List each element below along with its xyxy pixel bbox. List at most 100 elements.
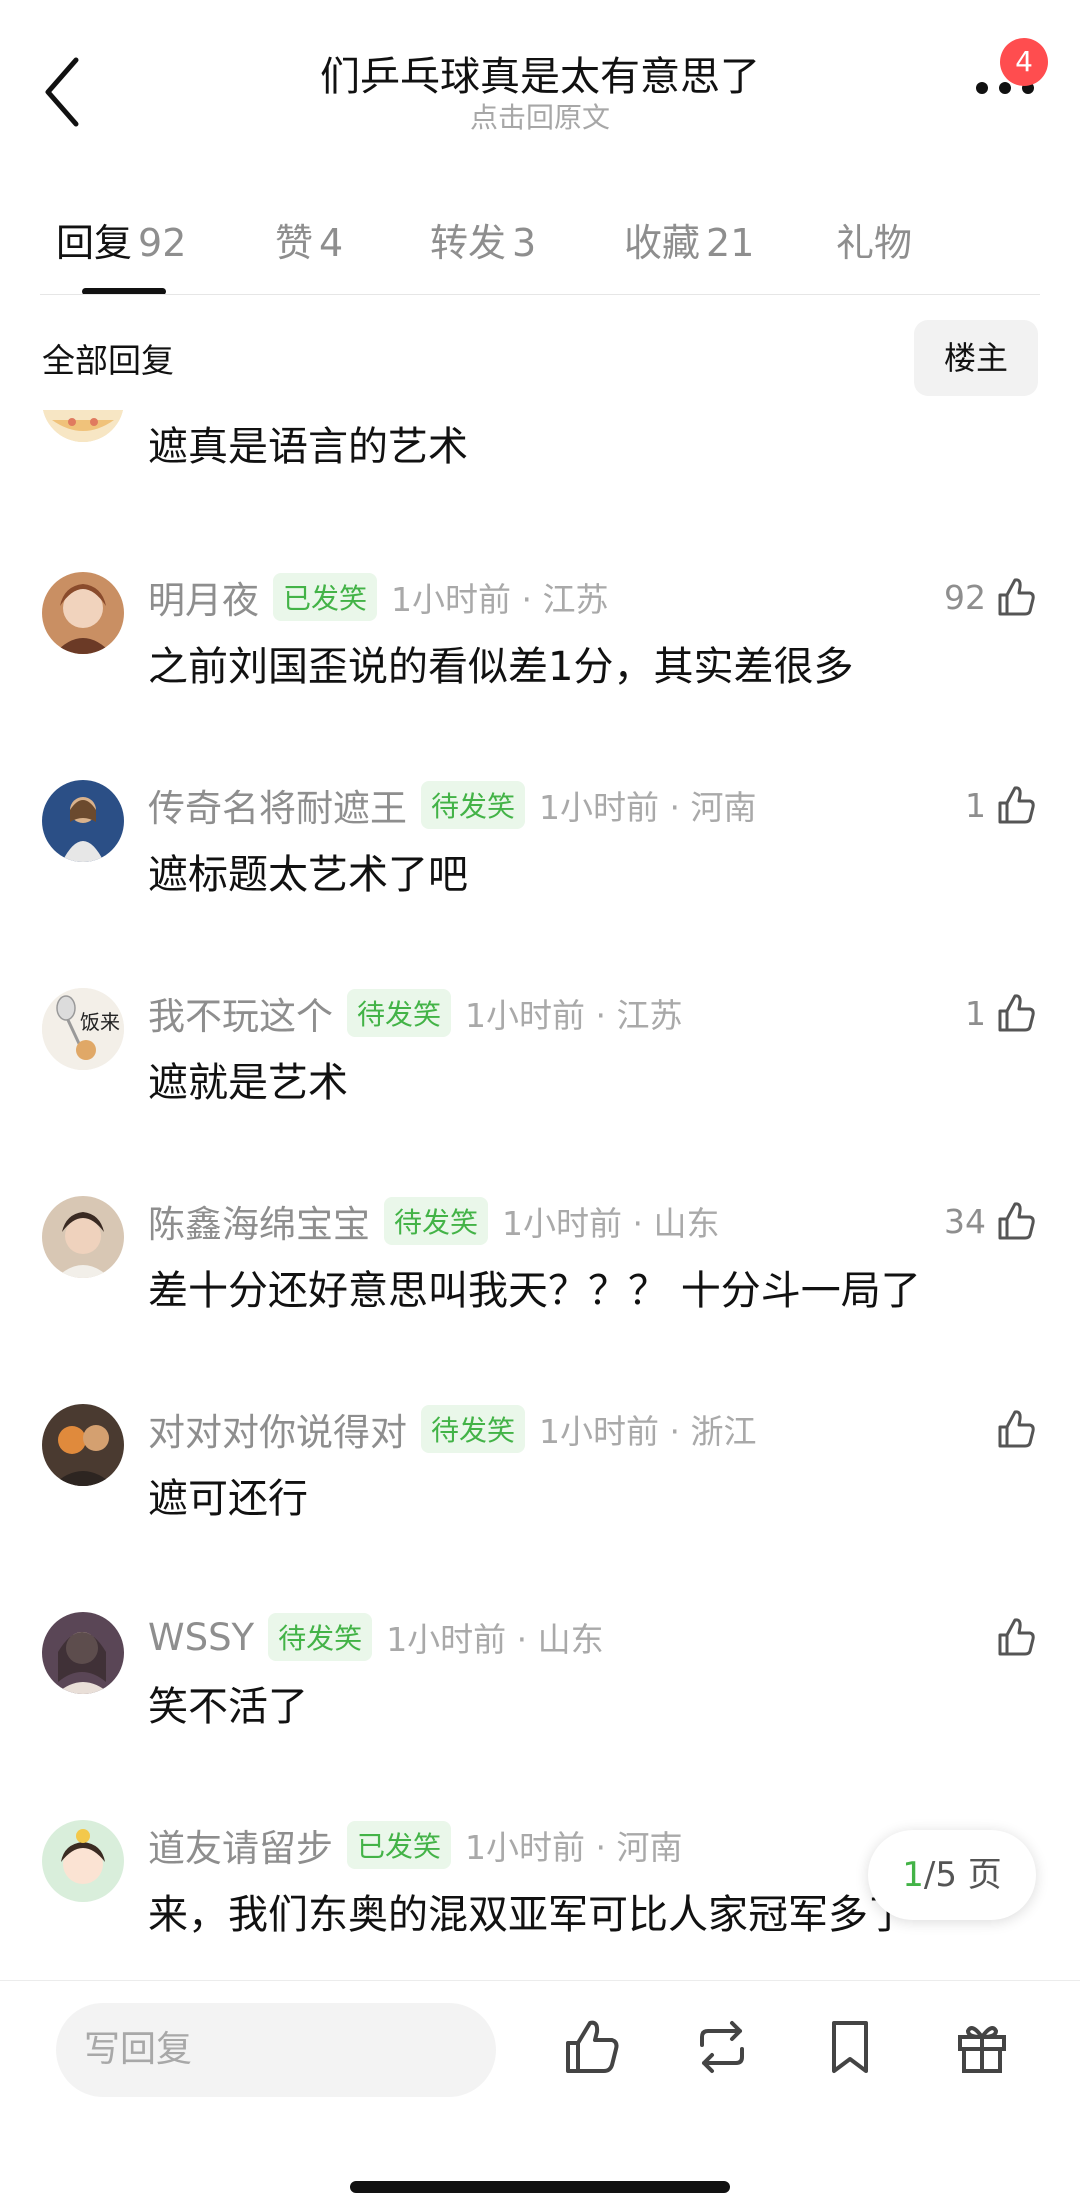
avatar[interactable] — [42, 1612, 124, 1694]
home-indicator — [350, 2181, 730, 2193]
user-photo-icon — [42, 572, 124, 654]
comment-text: 来，我们东奥的混双亚军可比人家冠军多了 — [148, 1892, 908, 1938]
like-button[interactable] — [994, 1404, 1038, 1454]
comment-text: 遮可还行 — [148, 1476, 308, 1522]
timestamp: 1小时前 · 浙江 — [539, 1412, 757, 1451]
section-title: 全部回复 — [42, 341, 174, 380]
tab-label: 赞 — [275, 221, 314, 265]
top-bar: 们乒乓球真是太有意思了 点击回原文 4 — [0, 0, 1080, 160]
like-button[interactable] — [994, 1612, 1038, 1662]
comment-text: 之前刘国歪说的看似差1分，其实差很多 — [148, 644, 854, 690]
cartoon-avatar-icon — [42, 1820, 124, 1902]
comment-text: 遮真是语言的艺术 — [148, 424, 468, 470]
comment-meta: 传奇名将耐遮王 待发笑 1小时前 · 河南 — [148, 780, 756, 830]
user-photo-icon — [42, 1404, 124, 1486]
thumbs-up-icon — [998, 994, 1035, 1032]
status-badge: 待发笑 — [347, 989, 452, 1037]
comment-meta: 对对对你说得对 待发笑 1小时前 · 浙江 — [148, 1404, 756, 1454]
tab-count: 4 — [319, 221, 344, 265]
like-count: 92 — [944, 577, 986, 617]
like-count: 1 — [965, 785, 986, 825]
tab-count: 21 — [706, 221, 755, 265]
like-button[interactable]: 34 — [944, 1196, 1038, 1246]
tab-replies[interactable]: 回复 92 — [56, 212, 186, 267]
thumbs-up-icon — [998, 1202, 1035, 1240]
avatar[interactable] — [42, 1820, 124, 1902]
comment-meta: 陈鑫海绵宝宝 待发笑 1小时前 · 山东 — [148, 1196, 719, 1246]
timestamp: 1小时前 · 山东 — [502, 1204, 720, 1243]
page-indicator[interactable]: 1/5 页 — [868, 1830, 1036, 1920]
tab-gifts[interactable]: 礼物 — [836, 212, 912, 267]
status-badge: 待发笑 — [421, 1405, 526, 1453]
user-photo-icon — [42, 1612, 124, 1694]
timestamp: 1小时前 · 山东 — [386, 1620, 604, 1659]
status-badge: 已发笑 — [273, 573, 378, 621]
notification-badge: 4 — [1000, 38, 1048, 86]
thumbs-up-icon — [998, 786, 1035, 824]
status-badge: 待发笑 — [421, 781, 526, 829]
like-button[interactable]: 1 — [965, 780, 1038, 830]
avatar[interactable] — [42, 1196, 124, 1278]
tab-label: 收藏 — [624, 221, 701, 265]
comment-list[interactable]: 遮真是语言的艺术 明月夜 已发笑 1小时前 · 江苏 92 之前刘国歪说的看似差… — [0, 410, 1080, 1980]
username[interactable]: 道友请留步 — [148, 1818, 333, 1872]
thumbs-up-icon — [998, 578, 1035, 616]
back-to-original-link[interactable]: 点击回原文 — [0, 96, 1080, 136]
comment-meta: 道友请留步 已发笑 1小时前 · 河南 — [148, 1820, 682, 1870]
tab-likes[interactable]: 赞4 — [275, 212, 343, 267]
timestamp: 1小时前 · 江苏 — [465, 996, 683, 1035]
tab-bar: 回复 92 赞4 转发 3 收藏 21 礼物 — [0, 200, 1080, 296]
like-count: 34 — [944, 1201, 986, 1241]
comment-text: 差十分还好意思叫我天？？？ 十分斗一局了 — [148, 1268, 921, 1314]
comment-text: 遮就是艺术 — [148, 1060, 348, 1106]
like-button[interactable]: 92 — [944, 572, 1038, 622]
owner-filter-button[interactable]: 楼主 — [914, 320, 1038, 396]
username[interactable]: 传奇名将耐遮王 — [148, 778, 407, 832]
tab-label: 转发 — [430, 221, 507, 265]
like-icon[interactable] — [560, 2015, 624, 2079]
cartoon-avatar-icon — [43, 410, 123, 442]
tab-label: 礼物 — [836, 221, 913, 265]
comment-meta: 明月夜 已发笑 1小时前 · 江苏 — [148, 572, 608, 622]
timestamp: 1小时前 · 河南 — [539, 788, 757, 827]
status-badge: 待发笑 — [384, 1197, 489, 1245]
avatar-caption: 饭来 — [80, 1010, 120, 1034]
comment-text: 笑不活了 — [148, 1684, 308, 1730]
comment-text: 遮标题太艺术了吧 — [148, 852, 468, 898]
tab-favorites[interactable]: 收藏 21 — [624, 212, 754, 267]
username[interactable]: 陈鑫海绵宝宝 — [148, 1194, 370, 1248]
tab-reposts[interactable]: 转发 3 — [430, 212, 536, 267]
thumbs-up-icon — [998, 1618, 1035, 1656]
avatar[interactable]: 饭来 — [42, 988, 124, 1070]
gift-icon[interactable] — [950, 2015, 1014, 2079]
username[interactable]: 我不玩这个 — [148, 986, 333, 1040]
tab-label: 回复 — [56, 221, 133, 265]
like-count: 1 — [965, 993, 986, 1033]
status-badge: 已发笑 — [347, 1821, 452, 1869]
section-header: 全部回复 楼主 — [0, 320, 1080, 400]
user-photo-icon — [42, 780, 124, 862]
avatar[interactable] — [42, 572, 124, 654]
repost-icon[interactable] — [690, 2015, 754, 2079]
tab-count: 3 — [512, 221, 537, 265]
bottom-action-bar: 写回复 — [0, 1980, 1080, 2210]
username[interactable]: WSSY — [148, 1616, 254, 1659]
timestamp: 1小时前 · 河南 — [465, 1828, 683, 1867]
reply-input[interactable]: 写回复 — [56, 2003, 496, 2097]
avatar[interactable] — [42, 1404, 124, 1486]
timestamp: 1小时前 · 江苏 — [391, 580, 609, 619]
total-pages: /5 页 — [923, 1855, 1002, 1895]
thumbs-up-icon — [998, 1410, 1035, 1448]
bookmark-icon[interactable] — [818, 2015, 882, 2079]
user-photo-icon — [42, 1196, 124, 1278]
post-title[interactable]: 们乒乓球真是太有意思了 — [0, 44, 1080, 102]
status-badge: 待发笑 — [268, 1613, 373, 1661]
username[interactable]: 对对对你说得对 — [148, 1402, 407, 1456]
avatar[interactable] — [42, 780, 124, 862]
like-button[interactable]: 1 — [965, 988, 1038, 1038]
username[interactable]: 明月夜 — [148, 570, 259, 624]
divider — [40, 294, 1040, 295]
comment-meta: WSSY 待发笑 1小时前 · 山东 — [148, 1612, 604, 1662]
avatar[interactable] — [42, 410, 124, 442]
comment-meta: 我不玩这个 待发笑 1小时前 · 江苏 — [148, 988, 682, 1038]
